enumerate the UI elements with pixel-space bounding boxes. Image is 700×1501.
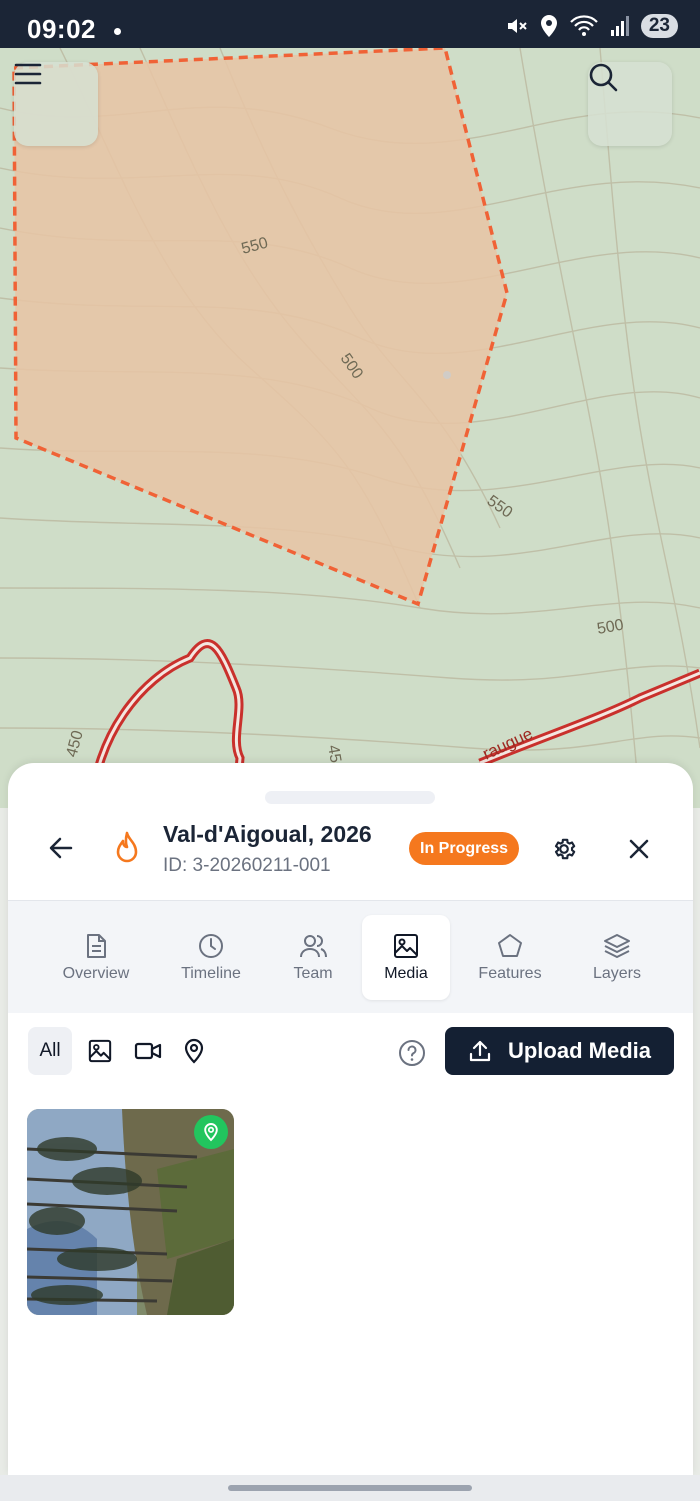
contour-label: 450 bbox=[63, 729, 86, 759]
tab-label: Overview bbox=[62, 964, 130, 982]
signal-icon bbox=[610, 16, 629, 36]
search-icon bbox=[589, 63, 618, 92]
settings-button[interactable] bbox=[548, 833, 580, 865]
media-thumbnail[interactable] bbox=[27, 1109, 234, 1315]
hidden-tab-icon bbox=[686, 933, 693, 959]
tab-label: Features bbox=[478, 964, 542, 982]
menu-icon bbox=[14, 63, 42, 85]
upload-icon bbox=[469, 1040, 491, 1062]
users-icon bbox=[300, 934, 327, 957]
tab-media[interactable]: Media bbox=[362, 915, 450, 1000]
layers-icon bbox=[604, 933, 630, 958]
arrow-left-icon bbox=[49, 837, 73, 859]
system-icons: 23 bbox=[505, 14, 678, 38]
status-bar: 09:02 23 bbox=[0, 0, 700, 48]
location-pin-icon bbox=[184, 1038, 204, 1064]
filter-videos[interactable] bbox=[126, 1027, 170, 1075]
menu-button[interactable] bbox=[14, 62, 98, 146]
system-nav-bar bbox=[0, 1475, 700, 1501]
tab-features[interactable]: Features bbox=[470, 915, 550, 1000]
tab-label: Timeline bbox=[181, 964, 241, 982]
help-icon bbox=[399, 1040, 425, 1066]
gear-icon bbox=[554, 838, 576, 860]
tab-layers[interactable]: Layers bbox=[582, 915, 652, 1000]
document-icon bbox=[87, 933, 106, 958]
mute-icon bbox=[507, 19, 527, 33]
image-icon bbox=[394, 933, 418, 958]
filter-images[interactable] bbox=[80, 1027, 120, 1075]
topographic-map: 550 500 550 500 450 45 raugue bbox=[0, 48, 700, 808]
tab-label: Team bbox=[293, 964, 333, 982]
location-icon bbox=[540, 15, 557, 37]
filter-all[interactable]: All bbox=[28, 1027, 72, 1075]
pentagon-icon bbox=[498, 933, 522, 957]
tab-more[interactable]: E bbox=[684, 915, 693, 1000]
wifi-6e-icon bbox=[570, 15, 598, 36]
contour-label: 550 bbox=[484, 492, 516, 521]
incident-header: Val-d'Aigoual, 2026 ID: 3-20260211-001 I… bbox=[8, 815, 693, 900]
tab-label: Media bbox=[384, 964, 428, 982]
contour-label: 45 bbox=[324, 744, 344, 765]
contour-label: 500 bbox=[596, 617, 625, 638]
media-toolbar: All Upload Media bbox=[8, 1013, 693, 1103]
video-icon bbox=[134, 1042, 162, 1060]
fire-icon bbox=[116, 831, 138, 863]
search-button[interactable] bbox=[588, 62, 672, 146]
close-icon bbox=[629, 839, 649, 859]
help-button[interactable] bbox=[398, 1039, 426, 1067]
image-icon bbox=[88, 1039, 112, 1063]
location-pin-icon bbox=[204, 1123, 218, 1142]
back-button[interactable] bbox=[44, 831, 78, 865]
close-button[interactable] bbox=[623, 833, 655, 865]
home-gesture-bar[interactable] bbox=[228, 1485, 472, 1491]
clock: 09:02 bbox=[27, 14, 96, 44]
incident-bottom-sheet: Val-d'Aigoual, 2026 ID: 3-20260211-001 I… bbox=[8, 763, 693, 1475]
tab-label: Layers bbox=[592, 964, 642, 982]
status-badge: In Progress bbox=[409, 832, 520, 865]
tab-overview[interactable]: Overview bbox=[56, 915, 136, 1000]
media-gallery bbox=[8, 1103, 693, 1475]
battery-indicator: 23 bbox=[640, 14, 678, 38]
incident-title: Val-d'Aigoual, 2026 bbox=[163, 821, 372, 847]
upload-label: Upload Media bbox=[507, 1038, 651, 1063]
tab-bar: Overview Timeline Team Media Features La… bbox=[8, 900, 693, 1013]
road-label: raugue bbox=[480, 724, 536, 764]
filter-geotagged[interactable] bbox=[174, 1027, 214, 1075]
notification-dot bbox=[114, 28, 121, 35]
drag-handle[interactable] bbox=[265, 791, 435, 804]
map-view[interactable]: 550 500 550 500 450 45 raugue bbox=[0, 48, 700, 808]
geotag-badge bbox=[194, 1115, 228, 1149]
upload-media-button[interactable]: Upload Media bbox=[445, 1027, 674, 1075]
tab-timeline[interactable]: Timeline bbox=[171, 915, 251, 1000]
tab-team[interactable]: Team bbox=[278, 915, 348, 1000]
clock-icon bbox=[199, 933, 223, 958]
incident-id: ID: 3-20260211-001 bbox=[163, 855, 331, 876]
